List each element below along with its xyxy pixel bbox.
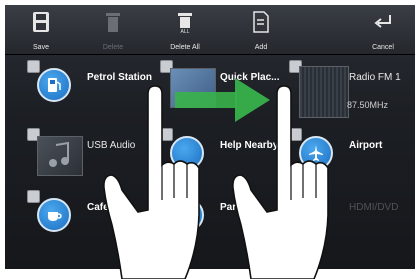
coffee-cup-icon bbox=[37, 198, 71, 232]
tile-label: Radio FM 1 bbox=[349, 72, 401, 83]
save-button[interactable]: Save bbox=[11, 9, 71, 53]
tile-label: Cafe/Ba bbox=[87, 202, 125, 213]
shortcut-tile-usb-audio[interactable]: USB Audio bbox=[25, 128, 160, 176]
back-arrow-icon bbox=[374, 15, 391, 28]
shortcut-tile-radio-fm1[interactable]: Radio FM 1 87.50MHz bbox=[287, 60, 415, 118]
tile-label: Airport bbox=[349, 140, 383, 151]
cancel-label: Cancel bbox=[372, 44, 394, 51]
select-checkbox[interactable] bbox=[27, 190, 40, 203]
parking-icon bbox=[170, 198, 204, 232]
help-icon bbox=[170, 136, 204, 170]
delete-all-button[interactable]: ALL Delete All bbox=[155, 9, 215, 53]
shortcut-tile-parking[interactable]: Parkin bbox=[158, 190, 293, 238]
shortcut-tile-hdmi-dvd[interactable]: HDMI/DVD bbox=[287, 190, 415, 238]
tile-label: Petrol Station bbox=[87, 72, 153, 83]
airplane-icon bbox=[299, 136, 333, 170]
svg-text:ALL: ALL bbox=[181, 29, 190, 33]
cancel-button[interactable]: Cancel bbox=[353, 9, 413, 53]
select-checkbox[interactable] bbox=[289, 128, 302, 141]
delete-button[interactable]: Delete bbox=[83, 9, 143, 53]
shortcut-tile-quick-place[interactable]: Quick Plac... bbox=[158, 60, 293, 108]
tile-label: Quick Plac... bbox=[220, 72, 280, 83]
fuel-pump-icon bbox=[37, 68, 71, 102]
music-note-icon bbox=[37, 136, 83, 176]
shortcut-edit-screen: Save Delete ALL Delete All Add Cancel Pe… bbox=[5, 5, 415, 269]
shortcut-tile-cafe-bar[interactable]: Cafe/Ba bbox=[25, 190, 160, 238]
shortcut-tile-help-nearby[interactable]: Help Nearby bbox=[158, 128, 293, 176]
add-button[interactable]: Add bbox=[231, 9, 291, 53]
save-icon bbox=[33, 12, 49, 32]
shortcut-tile-airport[interactable]: Airport bbox=[287, 128, 415, 176]
select-checkbox[interactable] bbox=[160, 190, 173, 203]
select-checkbox[interactable] bbox=[27, 60, 40, 73]
delete-label: Delete bbox=[102, 44, 124, 51]
tile-label: HDMI/DVD bbox=[349, 202, 399, 213]
tile-label: Parkin bbox=[220, 202, 251, 213]
radio-frequency: 87.50MHz bbox=[347, 100, 389, 110]
map-thumbnail-icon bbox=[170, 68, 216, 108]
add-label: Add bbox=[254, 44, 268, 51]
trash-all-icon: ALL bbox=[178, 13, 192, 33]
tile-label: Help Nearby bbox=[220, 140, 279, 151]
add-document-icon bbox=[253, 11, 269, 33]
trash-icon bbox=[106, 13, 120, 32]
select-checkbox[interactable] bbox=[160, 128, 173, 141]
tile-label: USB Audio bbox=[87, 140, 136, 151]
edit-toolbar: Save Delete ALL Delete All Add Cancel bbox=[5, 5, 415, 55]
radio-spectrum-icon bbox=[299, 66, 349, 118]
delete-all-label: Delete All bbox=[170, 44, 200, 51]
shortcut-tile-petrol-station[interactable]: Petrol Station bbox=[25, 60, 160, 108]
save-label: Save bbox=[33, 44, 49, 51]
